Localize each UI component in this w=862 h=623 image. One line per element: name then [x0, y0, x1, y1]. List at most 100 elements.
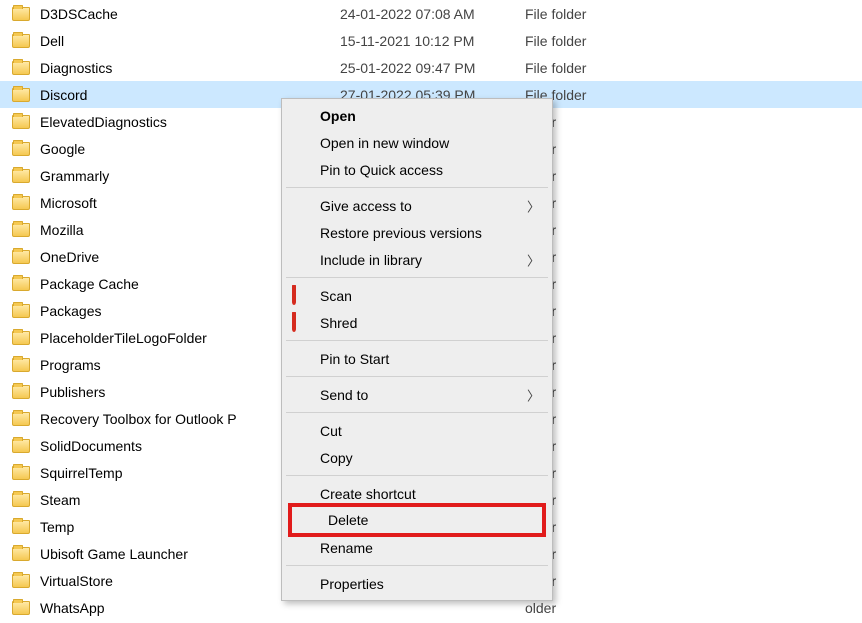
file-type-cell: File folder — [525, 60, 586, 76]
ctx-create-shortcut-label: Create shortcut — [320, 486, 416, 502]
file-name-label: WhatsApp — [40, 600, 105, 616]
ctx-properties-label: Properties — [320, 576, 384, 592]
ctx-scan-label: Scan — [320, 288, 352, 304]
file-type-cell: File folder — [525, 6, 586, 22]
file-date-cell: 15-11-2021 10:12 PM — [340, 33, 525, 49]
file-name-cell: Dell — [12, 33, 340, 49]
folder-icon — [12, 61, 30, 75]
ctx-include-library[interactable]: Include in library 〉 — [284, 246, 550, 273]
file-name-label: Microsoft — [40, 195, 97, 211]
folder-icon — [12, 331, 30, 345]
ctx-delete[interactable]: Delete — [292, 507, 542, 533]
ctx-separator — [286, 340, 548, 341]
ctx-restore-label: Restore previous versions — [320, 225, 482, 241]
ctx-separator — [286, 187, 548, 188]
ctx-copy-label: Copy — [320, 450, 353, 466]
ctx-separator — [286, 277, 548, 278]
ctx-delete-label: Delete — [328, 512, 368, 528]
ctx-separator — [286, 376, 548, 377]
file-row[interactable]: Diagnostics 25-01-2022 09:47 PMFile folde… — [0, 54, 862, 81]
folder-icon — [12, 196, 30, 210]
file-name-label: Package Cache — [40, 276, 139, 292]
ctx-pin-start-label: Pin to Start — [320, 351, 389, 367]
ctx-include-label: Include in library — [320, 252, 422, 268]
file-name-cell: D3DSCache — [12, 6, 340, 22]
file-name-label: D3DSCache — [40, 6, 118, 22]
folder-icon — [12, 520, 30, 534]
chevron-right-icon: 〉 — [527, 385, 540, 404]
folder-icon — [12, 34, 30, 48]
folder-icon — [12, 547, 30, 561]
ctx-rename[interactable]: Rename — [284, 534, 550, 561]
ctx-shred-label: Shred — [320, 315, 357, 331]
file-name-label: Recovery Toolbox for Outlook P — [40, 411, 237, 427]
ctx-pin-quick-label: Pin to Quick access — [320, 162, 443, 178]
file-name-label: PlaceholderTileLogoFolder — [40, 330, 207, 346]
ctx-cut-label: Cut — [320, 423, 342, 439]
folder-icon — [12, 574, 30, 588]
file-type-cell: older — [525, 600, 556, 616]
ctx-pin-start[interactable]: Pin to Start — [284, 345, 550, 372]
folder-icon — [12, 7, 30, 21]
folder-icon — [12, 304, 30, 318]
shield-icon — [292, 287, 310, 305]
file-name-label: Dell — [40, 33, 64, 49]
shield-icon — [292, 314, 310, 332]
folder-icon — [12, 385, 30, 399]
file-name-label: Discord — [40, 87, 87, 103]
ctx-open-new-window[interactable]: Open in new window — [284, 129, 550, 156]
ctx-separator — [286, 565, 548, 566]
folder-icon — [12, 169, 30, 183]
file-name-label: ElevatedDiagnostics — [40, 114, 167, 130]
ctx-give-access-label: Give access to — [320, 198, 412, 214]
file-name-label: SquirrelTemp — [40, 465, 122, 481]
file-name-cell: Diagnostics — [12, 60, 340, 76]
file-name-cell: WhatsApp — [12, 600, 340, 616]
folder-icon — [12, 223, 30, 237]
file-name-label: Packages — [40, 303, 101, 319]
delete-highlight: Delete — [288, 503, 546, 537]
ctx-shred[interactable]: Shred — [284, 309, 550, 336]
file-name-label: Ubisoft Game Launcher — [40, 546, 188, 562]
folder-icon — [12, 277, 30, 291]
file-name-label: Publishers — [40, 384, 105, 400]
ctx-open-label: Open — [320, 108, 356, 124]
file-name-label: Grammarly — [40, 168, 109, 184]
folder-icon — [12, 358, 30, 372]
folder-icon — [12, 115, 30, 129]
folder-icon — [12, 142, 30, 156]
file-name-label: Diagnostics — [40, 60, 112, 76]
folder-icon — [12, 601, 30, 615]
file-name-label: SolidDocuments — [40, 438, 142, 454]
ctx-cut[interactable]: Cut — [284, 417, 550, 444]
folder-icon — [12, 466, 30, 480]
ctx-send-to-label: Send to — [320, 387, 368, 403]
chevron-right-icon: 〉 — [527, 196, 540, 215]
ctx-send-to[interactable]: Send to 〉 — [284, 381, 550, 408]
file-name-label: Google — [40, 141, 85, 157]
folder-icon — [12, 412, 30, 426]
file-type-cell: File folder — [525, 33, 586, 49]
ctx-restore-previous[interactable]: Restore previous versions — [284, 219, 550, 246]
chevron-right-icon: 〉 — [527, 250, 540, 269]
file-name-label: Temp — [40, 519, 74, 535]
file-row[interactable]: D3DSCache 24-01-2022 07:08 AMFile folder — [0, 0, 862, 27]
file-name-label: VirtualStore — [40, 573, 113, 589]
ctx-open[interactable]: Open — [284, 102, 550, 129]
file-date-cell: 24-01-2022 07:08 AM — [340, 6, 525, 22]
folder-icon — [12, 88, 30, 102]
file-row[interactable]: Dell 15-11-2021 10:12 PMFile folder — [0, 27, 862, 54]
ctx-copy[interactable]: Copy — [284, 444, 550, 471]
ctx-separator — [286, 475, 548, 476]
folder-icon — [12, 493, 30, 507]
ctx-scan[interactable]: Scan — [284, 282, 550, 309]
context-menu: Open Open in new window Pin to Quick acc… — [281, 98, 553, 601]
ctx-pin-quick-access[interactable]: Pin to Quick access — [284, 156, 550, 183]
file-date-cell: 25-01-2022 09:47 PM — [340, 60, 525, 76]
ctx-open-new-window-label: Open in new window — [320, 135, 449, 151]
file-name-label: Mozilla — [40, 222, 84, 238]
file-name-label: OneDrive — [40, 249, 99, 265]
ctx-give-access-to[interactable]: Give access to 〉 — [284, 192, 550, 219]
ctx-properties[interactable]: Properties — [284, 570, 550, 597]
ctx-rename-label: Rename — [320, 540, 373, 556]
